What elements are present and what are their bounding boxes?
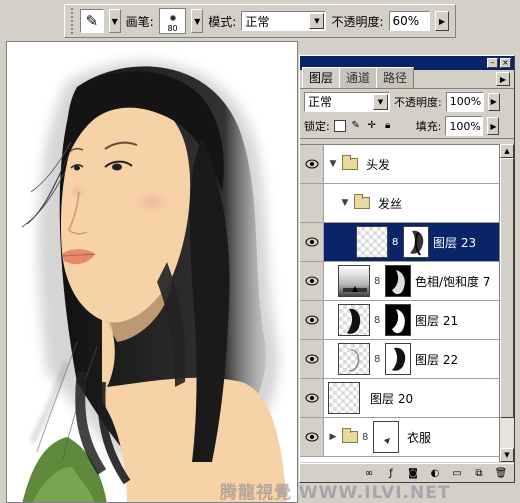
new-layer-icon[interactable]: ⧉ <box>472 466 486 480</box>
layer-name: 图层 20 <box>370 391 414 406</box>
mode-label: 模式: <box>208 14 237 29</box>
mode-select[interactable]: 正常 ▼ <box>241 11 327 31</box>
layers-list: ▼ 头发 ▼ 发丝 8 图层 23 8 色相/饱和度 7 8 图层 21 8 图… <box>300 144 500 462</box>
portrait-illustration <box>7 42 297 502</box>
eye-icon[interactable] <box>300 379 324 417</box>
brush-preset-picker[interactable]: 80 <box>158 8 187 34</box>
layer-name: 图层 22 <box>415 352 459 367</box>
layers-scrollbar[interactable]: ▲ ▼ <box>499 144 514 462</box>
scroll-thumb[interactable] <box>500 158 514 418</box>
layer-thumbnail[interactable] <box>356 226 388 258</box>
layer-opacity-arrow[interactable]: ▶ <box>487 92 500 111</box>
tab-channels[interactable]: 通道 <box>339 67 378 88</box>
collapse-triangle-icon[interactable]: ▶ <box>328 432 338 442</box>
layer-row-hue-saturation-7[interactable]: 8 色相/饱和度 7 <box>300 262 500 301</box>
layer-row-strands-group[interactable]: ▼ 发丝 <box>300 184 500 223</box>
folder-icon <box>342 155 358 170</box>
adjustment-thumbnail-icon[interactable] <box>338 265 370 297</box>
fill-arrow[interactable]: ▶ <box>487 117 500 135</box>
lock-pixels-icon[interactable]: ✎ <box>350 120 362 132</box>
layer-row-clothes-group[interactable]: ▶ 8 衣服 <box>300 418 500 457</box>
mask-thumbnail[interactable] <box>403 226 429 258</box>
eye-icon[interactable] <box>300 223 324 261</box>
blend-row: 正常 ▼ 不透明度: 100% ▶ <box>300 89 514 114</box>
opacity-label: 不透明度: <box>331 14 384 29</box>
minimize-icon[interactable]: – <box>487 58 498 68</box>
fill-input[interactable]: 100% <box>445 116 484 136</box>
mode-value: 正常 <box>245 14 270 29</box>
expand-triangle-icon[interactable]: ▼ <box>328 159 338 169</box>
scroll-down-icon[interactable]: ▼ <box>500 448 514 462</box>
tab-layers[interactable]: 图层 <box>302 67 341 88</box>
toolbar-grip[interactable] <box>71 8 75 34</box>
eye-icon[interactable] <box>300 262 324 300</box>
eye-icon[interactable] <box>300 340 324 378</box>
link-chain-icon[interactable]: 8 <box>362 432 369 443</box>
brush-tool-icon[interactable]: ✎ <box>79 9 104 33</box>
mask-thumbnail[interactable] <box>385 265 411 297</box>
blend-mode-select[interactable]: 正常 ▼ <box>304 91 390 112</box>
layer-name: 图层 23 <box>433 235 477 250</box>
lock-all-icon[interactable]: 🔒︎ <box>382 120 394 132</box>
tool-preset-dropdown[interactable]: ▼ <box>108 9 121 33</box>
opacity-slider-arrow[interactable]: ▶ <box>435 11 450 31</box>
document-canvas[interactable] <box>6 41 298 503</box>
layer-name: 头发 <box>366 157 391 172</box>
layer-name: 图层 21 <box>415 313 459 328</box>
scroll-up-icon[interactable]: ▲ <box>500 144 514 158</box>
layer-row-23[interactable]: 8 图层 23 <box>300 223 500 262</box>
brush-label: 画笔: <box>125 14 154 29</box>
layer-row-22[interactable]: 8 图层 22 <box>300 340 500 379</box>
lock-transparency-icon[interactable] <box>333 120 346 132</box>
lock-label: 锁定: <box>304 120 330 133</box>
eye-icon[interactable] <box>300 301 324 339</box>
brush-tip-icon <box>169 15 176 21</box>
panel-tabs: 图层 通道 路径 ▶ <box>300 67 514 89</box>
layer-thumbnail[interactable] <box>338 304 370 336</box>
expand-triangle-icon[interactable]: ▼ <box>340 198 350 208</box>
layer-row-21[interactable]: 8 图层 21 <box>300 301 500 340</box>
mask-thumbnail[interactable] <box>385 343 411 375</box>
mask-thumbnail[interactable] <box>373 421 399 453</box>
layer-opacity-input[interactable]: 100% <box>445 91 484 112</box>
link-chain-icon[interactable]: 8 <box>374 354 381 365</box>
chevron-down-icon[interactable]: ▼ <box>309 13 325 29</box>
mask-thumbnail[interactable] <box>385 304 411 336</box>
panel-menu-arrow-icon[interactable]: ▶ <box>496 72 510 86</box>
layer-row-20[interactable]: 图层 20 <box>300 379 500 418</box>
eye-icon[interactable] <box>300 145 324 183</box>
folder-icon <box>354 194 370 209</box>
link-chain-icon[interactable]: 8 <box>374 315 381 326</box>
layer-thumbnail[interactable] <box>328 382 360 414</box>
new-group-icon[interactable]: ▭ <box>450 466 464 480</box>
chevron-down-icon[interactable]: ▼ <box>373 93 388 110</box>
brush-dropdown[interactable]: ▼ <box>191 9 204 33</box>
link-chain-icon[interactable]: 8 <box>374 276 381 287</box>
layer-name: 衣服 <box>407 430 432 445</box>
layer-name: 发丝 <box>378 196 403 211</box>
layers-panel: – × 图层 通道 路径 ▶ 正常 ▼ 不透明度: 100% ▶ 锁定: ✎ ✛… <box>299 55 515 483</box>
fill-label: 填充: <box>415 120 442 133</box>
watermark: 腾龍視覺 WWW.ILVI.NET <box>220 483 451 503</box>
blend-mode-value: 正常 <box>308 95 333 109</box>
layer-opacity-label: 不透明度: <box>394 95 442 109</box>
options-bar: ✎ ▼ 画笔: 80 ▼ 模式: 正常 ▼ 不透明度: 60% ▶ <box>64 4 456 38</box>
tab-paths[interactable]: 路径 <box>376 67 415 88</box>
layer-thumbnail[interactable] <box>338 343 370 375</box>
eye-toggle-empty[interactable] <box>300 184 324 222</box>
folder-icon <box>342 428 358 443</box>
eye-icon[interactable] <box>300 418 324 456</box>
close-icon[interactable]: × <box>500 58 511 68</box>
brush-size-value: 80 <box>167 24 178 33</box>
layer-name: 色相/饱和度 7 <box>415 274 491 289</box>
trash-icon[interactable]: 🗑︎ <box>494 466 508 480</box>
lock-row: 锁定: ✎ ✛ 🔒︎ 填充: 100% ▶ <box>300 114 514 139</box>
link-chain-icon[interactable]: 8 <box>392 237 399 248</box>
opacity-input[interactable]: 60% <box>388 11 431 31</box>
lock-position-icon[interactable]: ✛ <box>366 120 378 132</box>
layer-row-hair-group[interactable]: ▼ 头发 <box>300 145 500 184</box>
